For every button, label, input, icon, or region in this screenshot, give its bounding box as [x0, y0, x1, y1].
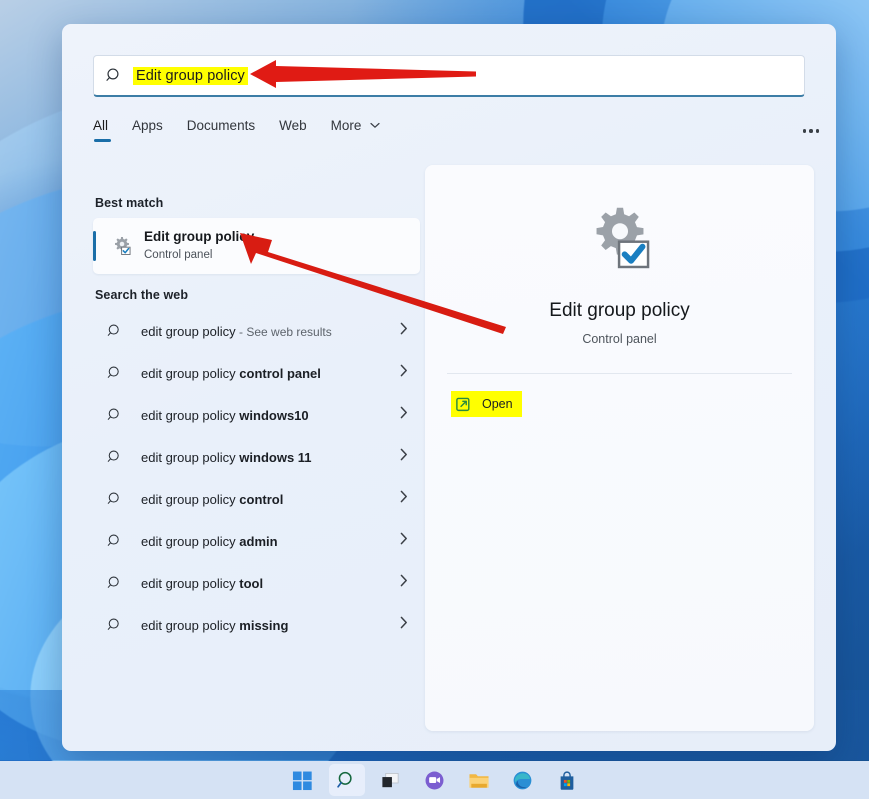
- folder-icon: [468, 773, 489, 788]
- best-match-section-title: Best match: [95, 196, 164, 210]
- web-suggestion-row[interactable]: edit group policy missing: [93, 604, 420, 646]
- chat-button[interactable]: [417, 764, 453, 796]
- search-web-section-title: Search the web: [95, 288, 189, 302]
- search-query-text: Edit group policy: [133, 66, 248, 85]
- edge-button[interactable]: [505, 764, 541, 796]
- tab-documents-label: Documents: [186, 118, 256, 133]
- best-match-result[interactable]: Edit group policy Control panel: [93, 218, 420, 274]
- web-suggestion-row[interactable]: edit group policy admin: [93, 520, 420, 562]
- store-bag-icon: [560, 770, 573, 790]
- web-suggestion-label: edit group policy control: [141, 491, 284, 507]
- chevron-right-icon: [400, 490, 408, 508]
- tab-apps[interactable]: Apps: [132, 114, 163, 142]
- preview-divider: [447, 373, 792, 374]
- best-match-subtitle: Control panel: [144, 249, 213, 262]
- chevron-down-icon: [370, 117, 380, 132]
- windows-logo-icon: [292, 771, 312, 790]
- search-button[interactable]: [328, 764, 365, 796]
- tab-documents[interactable]: Documents: [187, 114, 255, 142]
- chevron-right-icon: [400, 364, 408, 382]
- search-input[interactable]: Edit group policy: [93, 55, 805, 97]
- task-view-icon: [382, 772, 399, 787]
- search-icon: [107, 618, 119, 630]
- search-flyout-panel: Edit group policy All Apps Documents Web…: [62, 24, 836, 751]
- chevron-right-icon: [400, 322, 408, 340]
- web-suggestion-row[interactable]: edit group policy windows 11: [93, 436, 420, 478]
- store-button[interactable]: [549, 764, 585, 796]
- search-icon: [107, 324, 119, 336]
- web-suggestion-row[interactable]: edit group policy windows10: [93, 394, 420, 436]
- web-suggestion-label: edit group policy windows10: [141, 407, 309, 423]
- search-icon: [106, 68, 119, 81]
- search-icon: [107, 534, 119, 546]
- tab-more[interactable]: More: [331, 114, 381, 142]
- chevron-right-icon: [400, 448, 408, 466]
- tab-apps-label: Apps: [132, 118, 163, 133]
- results-column: Best match Edit group policy Control pan…: [93, 174, 453, 646]
- web-suggestion-label: edit group policy missing: [141, 617, 289, 633]
- tab-all[interactable]: All: [93, 114, 112, 142]
- gear-check-icon: [596, 207, 649, 269]
- ellipsis-icon[interactable]: [796, 118, 826, 144]
- chevron-right-icon: [400, 616, 408, 634]
- web-suggestion-row[interactable]: edit group policy control panel: [93, 352, 420, 394]
- web-suggestion-label: edit group policy control panel: [141, 365, 321, 381]
- tab-web[interactable]: Web: [279, 114, 307, 142]
- start-button[interactable]: [285, 764, 321, 796]
- preview-subtitle: Control panel: [582, 332, 657, 346]
- chevron-right-icon: [400, 406, 408, 424]
- search-icon: [337, 771, 352, 788]
- web-suggestion-row[interactable]: edit group policy control: [93, 478, 420, 520]
- search-icon: [107, 408, 119, 420]
- preview-panel: Edit group policy Control panel Open: [425, 165, 814, 731]
- web-suggestion-row[interactable]: edit group policy tool: [93, 562, 420, 604]
- web-suggestion-label: edit group policy windows 11: [141, 449, 312, 465]
- tab-more-label: More: [330, 118, 362, 133]
- search-tabs: All Apps Documents Web More: [93, 114, 805, 152]
- open-button-label: Open: [482, 397, 513, 411]
- search-icon: [107, 366, 119, 378]
- tab-web-label: Web: [279, 118, 307, 133]
- web-suggestion-label: edit group policy - See web results: [141, 323, 332, 339]
- edge-icon: [513, 771, 532, 789]
- desktop-screen: Edit group policy All Apps Documents Web…: [0, 0, 869, 799]
- tab-all-label: All: [93, 118, 109, 133]
- chat-icon: [425, 771, 444, 789]
- chevron-right-icon: [400, 574, 408, 592]
- best-match-title: Edit group policy: [144, 229, 255, 245]
- gear-check-icon: [115, 237, 131, 255]
- web-suggestion-label: edit group policy tool: [141, 575, 264, 591]
- web-suggestions-list: edit group policy - See web results edit …: [93, 310, 453, 646]
- search-icon: [107, 450, 119, 462]
- search-icon: [107, 576, 119, 588]
- preview-title: Edit group policy: [549, 300, 690, 321]
- chevron-right-icon: [400, 532, 408, 550]
- taskbar: [0, 761, 869, 799]
- web-suggestion-label: edit group policy admin: [141, 533, 278, 549]
- web-suggestion-row[interactable]: edit group policy - See web results: [93, 310, 420, 352]
- open-button[interactable]: Open: [451, 391, 522, 417]
- external-link-icon: [456, 397, 470, 411]
- task-view-button[interactable]: [373, 764, 409, 796]
- search-icon: [107, 492, 119, 504]
- file-explorer-button[interactable]: [461, 764, 497, 796]
